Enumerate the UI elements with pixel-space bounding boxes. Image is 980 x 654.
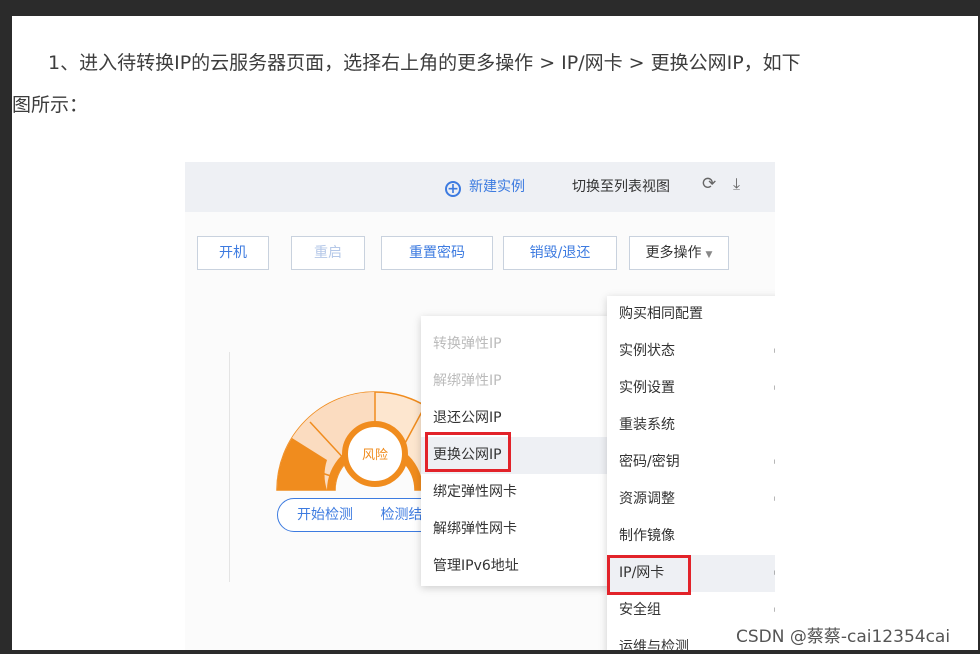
menu-item-buy-same[interactable]: 购买相同配置 <box>607 296 775 333</box>
new-instance-button[interactable]: + 新建实例 <box>445 176 525 197</box>
chevron-right-icon: ▸ <box>774 333 775 370</box>
power-on-button[interactable]: 开机 <box>197 236 269 270</box>
chevron-right-icon: ▸ <box>774 555 775 592</box>
article-page: 1、进入待转换IP的云服务器页面，选择右上角的更多操作 > IP/网卡 > 更换… <box>12 16 978 652</box>
destroy-button[interactable]: 销毁/退还 <box>503 236 617 270</box>
ip-submenu: 转换弹性IP 解绑弹性IP 退还公网IP 更换公网IP 绑定弹性网卡 解绑弹性网… <box>421 316 611 586</box>
paragraph-line-2: 图所示： <box>12 94 89 116</box>
refresh-icon[interactable]: ⟳ <box>702 174 716 194</box>
menu-item-create-image[interactable]: 制作镜像 <box>607 518 775 555</box>
chevron-right-icon: ▸ <box>774 481 775 518</box>
menu-item-label: 实例设置 <box>619 380 675 396</box>
top-dark-bar <box>0 0 980 16</box>
more-actions-menu: 购买相同配置 实例状态 ▸ 实例设置 ▸ 重装系统 密码/密钥 ▸ 资源调整 ▸ 制作镜… <box>607 296 775 650</box>
console-screenshot: + 新建实例 切换至列表视图 ⟳ ⤓ 开机 重启 重置密码 销毁/退还 更多操作 ▼… <box>185 162 775 650</box>
paragraph-line-1: 1、进入待转换IP的云服务器页面，选择右上角的更多操作 > IP/网卡 > 更换… <box>48 52 801 74</box>
console-header: + 新建实例 切换至列表视图 ⟳ ⤓ <box>185 162 775 212</box>
chevron-right-icon: ▸ <box>774 370 775 407</box>
download-icon[interactable]: ⤓ <box>733 174 740 194</box>
new-instance-label: 新建实例 <box>469 179 525 195</box>
menu-item-label: 密码/密钥 <box>619 454 680 470</box>
start-check-button[interactable]: 开始检测 <box>277 498 373 532</box>
menu-item-instance-settings[interactable]: 实例设置 ▸ <box>607 370 775 407</box>
highlight-box-ip-nic <box>607 555 691 595</box>
restart-button[interactable]: 重启 <box>291 236 365 270</box>
gauge-label: 风险 <box>362 448 388 463</box>
panel-divider <box>229 352 230 582</box>
chevron-down-icon: ▼ <box>705 250 713 260</box>
highlight-box-change-ip <box>425 432 511 472</box>
more-actions-label: 更多操作 <box>645 245 702 261</box>
submenu-item-bind-eni[interactable]: 绑定弹性网卡 <box>421 474 611 511</box>
plus-circle-icon: + <box>445 181 461 197</box>
menu-item-resource-adjust[interactable]: 资源调整 ▸ <box>607 481 775 518</box>
submenu-item-unbind-eip[interactable]: 解绑弹性IP <box>421 363 611 400</box>
menu-item-reinstall[interactable]: 重装系统 <box>607 407 775 444</box>
bottom-dark-bar <box>0 650 980 654</box>
menu-item-label: 资源调整 <box>619 491 675 507</box>
switch-view-link[interactable]: 切换至列表视图 <box>572 176 670 196</box>
menu-item-instance-state[interactable]: 实例状态 ▸ <box>607 333 775 370</box>
menu-item-label: 安全组 <box>619 602 661 618</box>
reset-password-button[interactable]: 重置密码 <box>381 236 493 270</box>
menu-item-password-key[interactable]: 密码/密钥 ▸ <box>607 444 775 481</box>
submenu-item-convert-eip[interactable]: 转换弹性IP <box>421 326 611 363</box>
chevron-right-icon: ▸ <box>774 444 775 481</box>
more-actions-button[interactable]: 更多操作 ▼ <box>629 236 729 270</box>
menu-item-label: 实例状态 <box>619 343 675 359</box>
submenu-item-unbind-eni[interactable]: 解绑弹性网卡 <box>421 511 611 548</box>
submenu-item-ipv6[interactable]: 管理IPv6地址 <box>421 548 611 585</box>
csdn-watermark: CSDN @蔡蔡-cai12354cai <box>736 627 951 647</box>
